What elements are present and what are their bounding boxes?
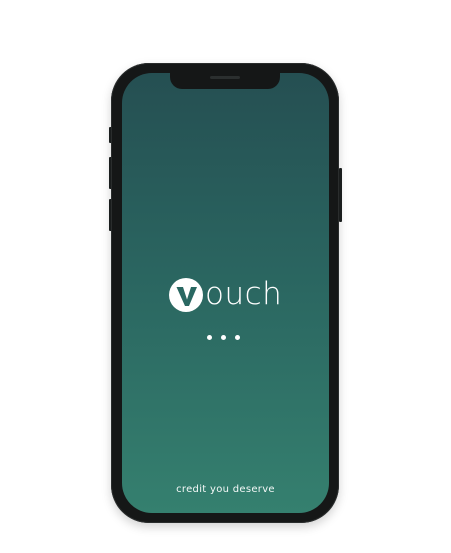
- tagline: credit you deserve: [176, 484, 275, 495]
- loading-dot: [235, 335, 240, 340]
- loading-dots-icon: [207, 335, 240, 340]
- power-button: [339, 168, 342, 222]
- brand-name: ouch: [205, 275, 283, 312]
- device-stage: ouch credit you deserve: [0, 0, 451, 553]
- earpiece-speaker: [210, 76, 240, 79]
- loading-dot: [221, 335, 226, 340]
- loading-dot: [207, 335, 212, 340]
- app-logo: ouch: [168, 275, 282, 315]
- phone-notch: [170, 71, 280, 89]
- v-circle-logo-icon: [169, 278, 203, 312]
